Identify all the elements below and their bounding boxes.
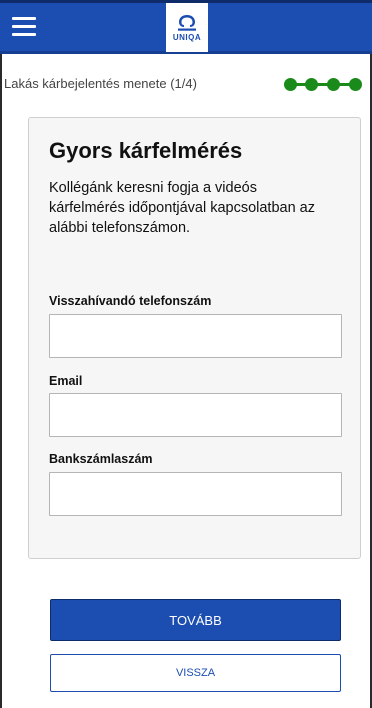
bank-account-field-label: Bankszámlaszám	[49, 452, 153, 466]
hamburger-menu-icon[interactable]	[12, 17, 36, 37]
progress-step-2	[305, 78, 318, 91]
progress-step-4	[349, 78, 362, 91]
uniqa-logo[interactable]: UNIQA	[166, 3, 208, 52]
phone-field-label: Visszahívandó telefonszám	[49, 294, 212, 308]
progress-steps	[284, 76, 364, 92]
progress-text: Lakás kárbejelentés menete (1/4)	[4, 76, 197, 91]
card-description: Kollégánk keresni fogja a videós kárfelm…	[49, 180, 315, 236]
top-bar: UNIQA	[0, 0, 372, 54]
progress-steps-line	[290, 83, 354, 86]
progress-step-3	[327, 78, 340, 91]
progress-step-1	[284, 78, 297, 91]
bank-account-field[interactable]	[49, 472, 342, 516]
quick-assessment-card: Gyors kárfelmérés Kollégánk keresni fogj…	[28, 117, 361, 559]
next-button[interactable]: TOVÁBB	[50, 599, 341, 641]
uniqa-emblem-icon	[178, 14, 196, 31]
card-title: Gyors kárfelmérés	[49, 138, 243, 163]
logo-wordmark: UNIQA	[172, 32, 202, 42]
email-field[interactable]	[49, 393, 342, 437]
back-button[interactable]: VISSZA	[50, 654, 341, 692]
progress-indicator: Lakás kárbejelentés menete (1/4)	[0, 72, 372, 96]
email-field-label: Email	[49, 374, 83, 388]
phone-field[interactable]	[49, 314, 342, 358]
